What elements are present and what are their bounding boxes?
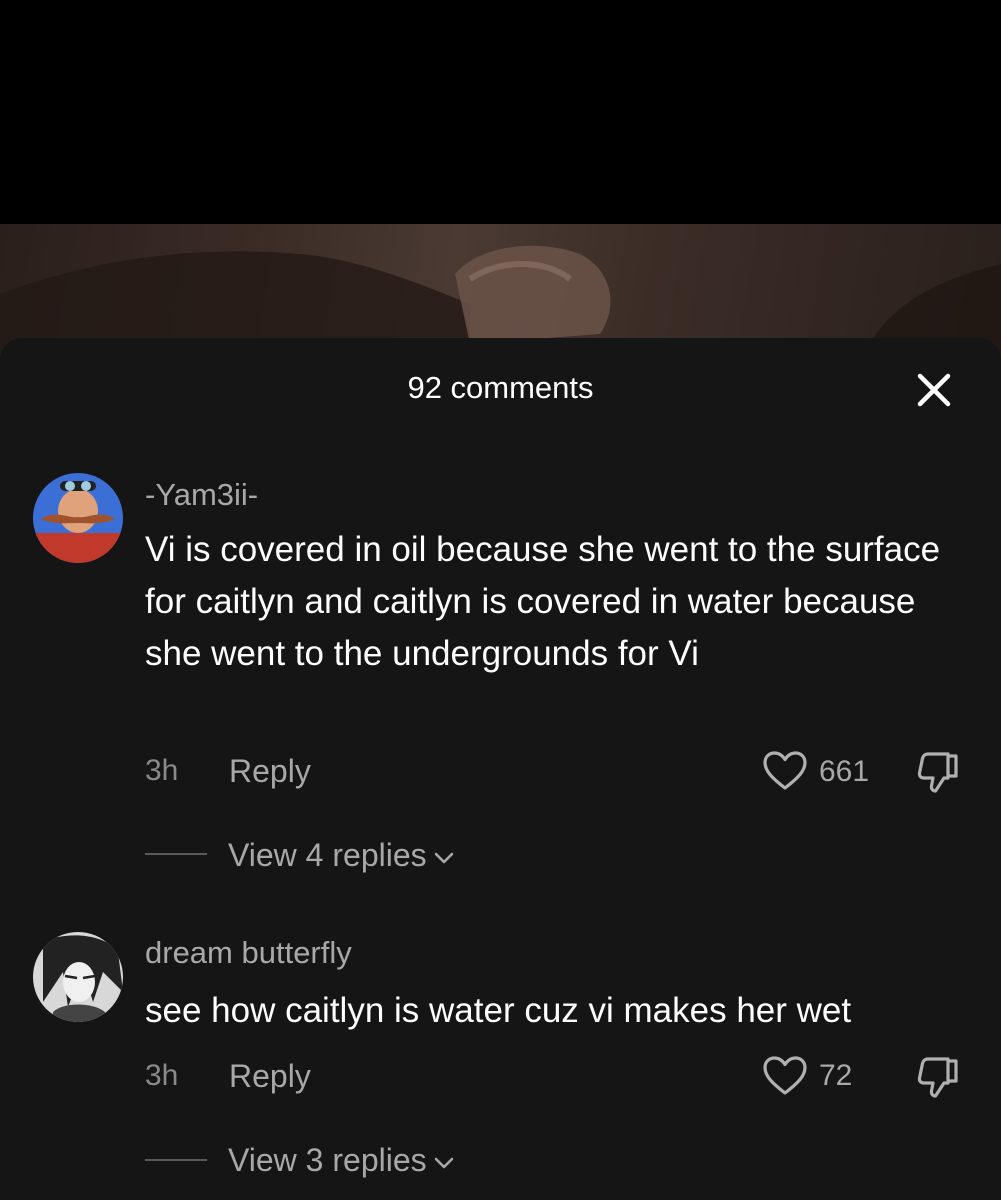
reply-button[interactable]: Reply — [229, 753, 311, 789]
like-button[interactable] — [762, 1055, 808, 1097]
thumbs-down-icon — [917, 752, 958, 793]
comment-text: see how caitlyn is water cuz vi makes he… — [145, 991, 852, 1030]
close-button[interactable] — [912, 368, 956, 412]
avatar-image — [33, 932, 123, 1022]
replies-divider — [145, 853, 207, 855]
view-replies-button[interactable]: View 4 replies — [228, 837, 455, 873]
heart-outline-icon — [763, 1056, 807, 1095]
chevron-down-icon — [434, 1157, 453, 1168]
heart-outline-icon — [763, 751, 807, 790]
avatar[interactable] — [33, 473, 123, 563]
like-count: 661 — [819, 755, 870, 788]
thumbs-down-icon — [917, 1057, 958, 1098]
view-replies-label: View 3 replies — [228, 1142, 427, 1178]
avatar[interactable] — [33, 932, 123, 1022]
chevron-down-icon — [434, 852, 453, 863]
like-count: 72 — [819, 1059, 853, 1092]
comment-time: 3h — [145, 754, 179, 787]
comment-time: 3h — [145, 1059, 179, 1092]
dislike-button[interactable] — [914, 748, 962, 796]
comment-username[interactable]: -Yam3ii- — [145, 477, 258, 513]
comment-text: Vi is covered in oil because she went to… — [145, 530, 941, 673]
video-letterbox — [0, 0, 1001, 224]
comment-username[interactable]: dream butterfly — [145, 935, 352, 971]
dislike-button[interactable] — [914, 1053, 962, 1101]
close-icon — [917, 373, 951, 407]
view-replies-button[interactable]: View 3 replies — [228, 1142, 455, 1178]
reply-button[interactable]: Reply — [229, 1058, 311, 1094]
avatar-image — [33, 473, 123, 563]
like-button[interactable] — [762, 750, 808, 792]
view-replies-label: View 4 replies — [228, 837, 427, 873]
replies-divider — [145, 1159, 207, 1161]
comments-count-title: 92 comments — [407, 370, 594, 405]
